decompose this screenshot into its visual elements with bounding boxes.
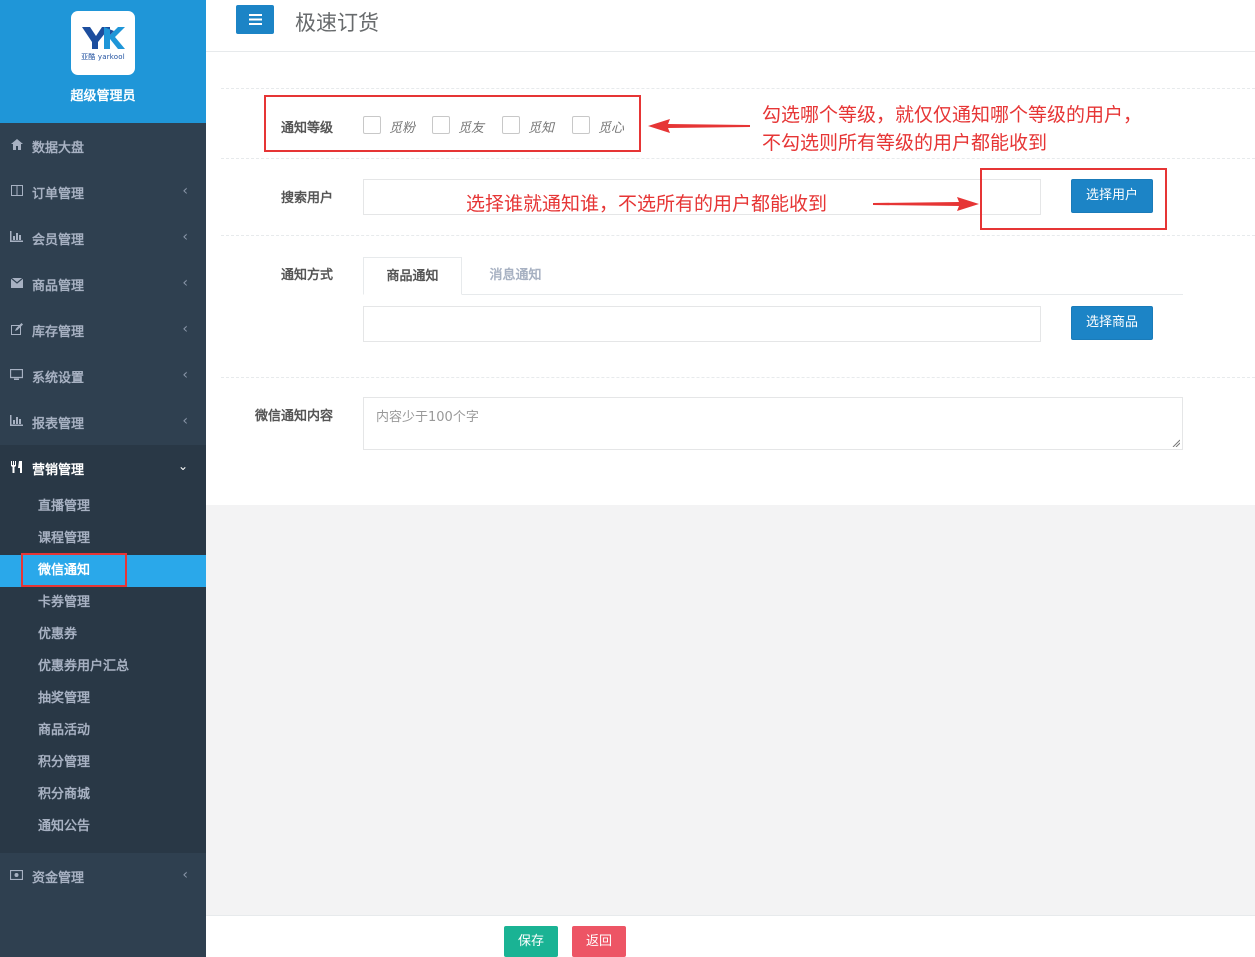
goods-input[interactable]	[363, 306, 1041, 342]
bar-chart-icon	[10, 231, 23, 245]
annotation-highlight-box	[21, 553, 127, 587]
brand-header: 亚酷 yarkool 超级管理员	[0, 0, 206, 123]
nav-label: 库存管理	[32, 324, 85, 340]
chevron-down-icon: ⌄	[177, 459, 188, 473]
submenu-item-points-mall[interactable]: 积分商城	[0, 779, 206, 811]
page-title: 极速订货	[295, 11, 379, 35]
chevron-left-icon: ‹	[182, 413, 188, 429]
nav-label: 商品管理	[32, 278, 85, 294]
divider	[221, 377, 1255, 378]
empty-area	[206, 505, 1255, 915]
nav-item-goods[interactable]: 商品管理 ‹	[0, 261, 206, 307]
nav-label: 营销管理	[32, 462, 85, 478]
nav-label: 数据大盘	[32, 140, 85, 156]
arrow-right-icon	[873, 197, 979, 211]
submenu-item-course[interactable]: 课程管理	[0, 523, 206, 555]
chevron-left-icon: ‹	[182, 867, 188, 883]
hamburger-icon	[248, 14, 262, 25]
logo-text: 亚酷 yarkool	[81, 52, 125, 61]
columns-icon	[10, 185, 23, 199]
submenu-item-coupon-summary[interactable]: 优惠券用户汇总	[0, 651, 206, 683]
submenu-item-lottery[interactable]: 抽奖管理	[0, 683, 206, 715]
nav-item-orders[interactable]: 订单管理 ‹	[0, 169, 206, 215]
notify-method-label: 通知方式	[281, 268, 334, 283]
divider	[221, 158, 1255, 159]
desktop-icon	[9, 368, 24, 383]
logo: 亚酷 yarkool	[71, 11, 135, 75]
nav-item-members[interactable]: 会员管理 ‹	[0, 215, 206, 261]
nav-item-reports[interactable]: 报表管理 ‹	[0, 399, 206, 445]
bar-chart-icon	[10, 415, 23, 429]
nav-label: 资金管理	[32, 870, 85, 886]
sidebar: 亚酷 yarkool 超级管理员 数据大盘 订单管理 ‹ 会员管理 ‹ 商品管理…	[0, 0, 206, 957]
tab-message-notify[interactable]: 消息通知	[466, 257, 565, 295]
home-icon	[10, 139, 23, 153]
chevron-left-icon: ‹	[182, 367, 188, 383]
textarea-placeholder: 内容少于100个字	[376, 410, 479, 425]
submenu-item-goods-activity[interactable]: 商品活动	[0, 715, 206, 747]
marketing-submenu: 直播管理 课程管理 微信通知 卡券管理 优惠券 优惠券用户汇总 抽奖管理 商品活…	[0, 491, 206, 855]
back-button[interactable]: 返回	[572, 926, 626, 957]
edit-icon	[10, 322, 23, 338]
menu-toggle-button[interactable]	[236, 5, 274, 34]
submenu-item-points[interactable]: 积分管理	[0, 747, 206, 779]
nav-label: 会员管理	[32, 232, 85, 248]
admin-name: 超级管理员	[70, 89, 136, 104]
submenu-item-announcement[interactable]: 通知公告	[0, 811, 206, 843]
footer-bar	[206, 915, 1255, 957]
nav-item-inventory[interactable]: 库存管理 ‹	[0, 307, 206, 353]
annotation-box-user	[980, 168, 1167, 230]
nav-label: 系统设置	[32, 370, 85, 386]
logo-mark-icon	[82, 26, 125, 49]
chevron-left-icon: ‹	[182, 275, 188, 291]
chevron-left-icon: ‹	[182, 229, 188, 245]
annotation-text-levels-1: 勾选哪个等级，就仅仅通知哪个等级的用户，	[762, 104, 1143, 126]
nav-item-dashboard[interactable]: 数据大盘	[0, 123, 206, 169]
divider	[221, 235, 1255, 236]
submenu-item-live[interactable]: 直播管理	[0, 491, 206, 523]
search-user-label: 搜索用户	[281, 191, 334, 206]
chevron-left-icon: ‹	[182, 183, 188, 199]
submenu-item-wechat-notify[interactable]: 微信通知	[0, 553, 206, 587]
nav-item-marketing[interactable]: 营销管理 ⌄	[0, 445, 206, 491]
submenu-item-card[interactable]: 卡券管理	[0, 587, 206, 619]
envelope-icon	[10, 277, 23, 291]
tab-goods-notify[interactable]: 商品通知	[363, 257, 462, 295]
annotation-text-user: 选择谁就通知谁，不选所有的用户都能收到	[466, 193, 828, 215]
nav-label: 订单管理	[32, 186, 85, 202]
submenu-item-coupon[interactable]: 优惠券	[0, 619, 206, 651]
chevron-left-icon: ‹	[182, 321, 188, 337]
money-icon	[9, 869, 24, 883]
nav-label: 报表管理	[32, 416, 85, 432]
notify-content-textarea[interactable]: 内容少于100个字	[363, 397, 1183, 450]
select-goods-button[interactable]: 选择商品	[1071, 306, 1153, 340]
cutlery-icon	[10, 460, 23, 476]
annotation-text-levels-2: 不勾选则所有等级的用户都能收到	[762, 132, 1048, 154]
divider	[221, 88, 1255, 89]
save-button[interactable]: 保存	[504, 926, 558, 957]
resize-handle-icon[interactable]	[1172, 439, 1180, 447]
nav-item-funds[interactable]: 资金管理 ‹	[0, 853, 206, 899]
top-bar: 极速订货	[206, 0, 1255, 52]
annotation-box-levels	[264, 95, 641, 152]
nav-item-settings[interactable]: 系统设置 ‹	[0, 353, 206, 399]
arrow-left-icon	[648, 119, 750, 133]
content-label: 微信通知内容	[255, 409, 334, 424]
